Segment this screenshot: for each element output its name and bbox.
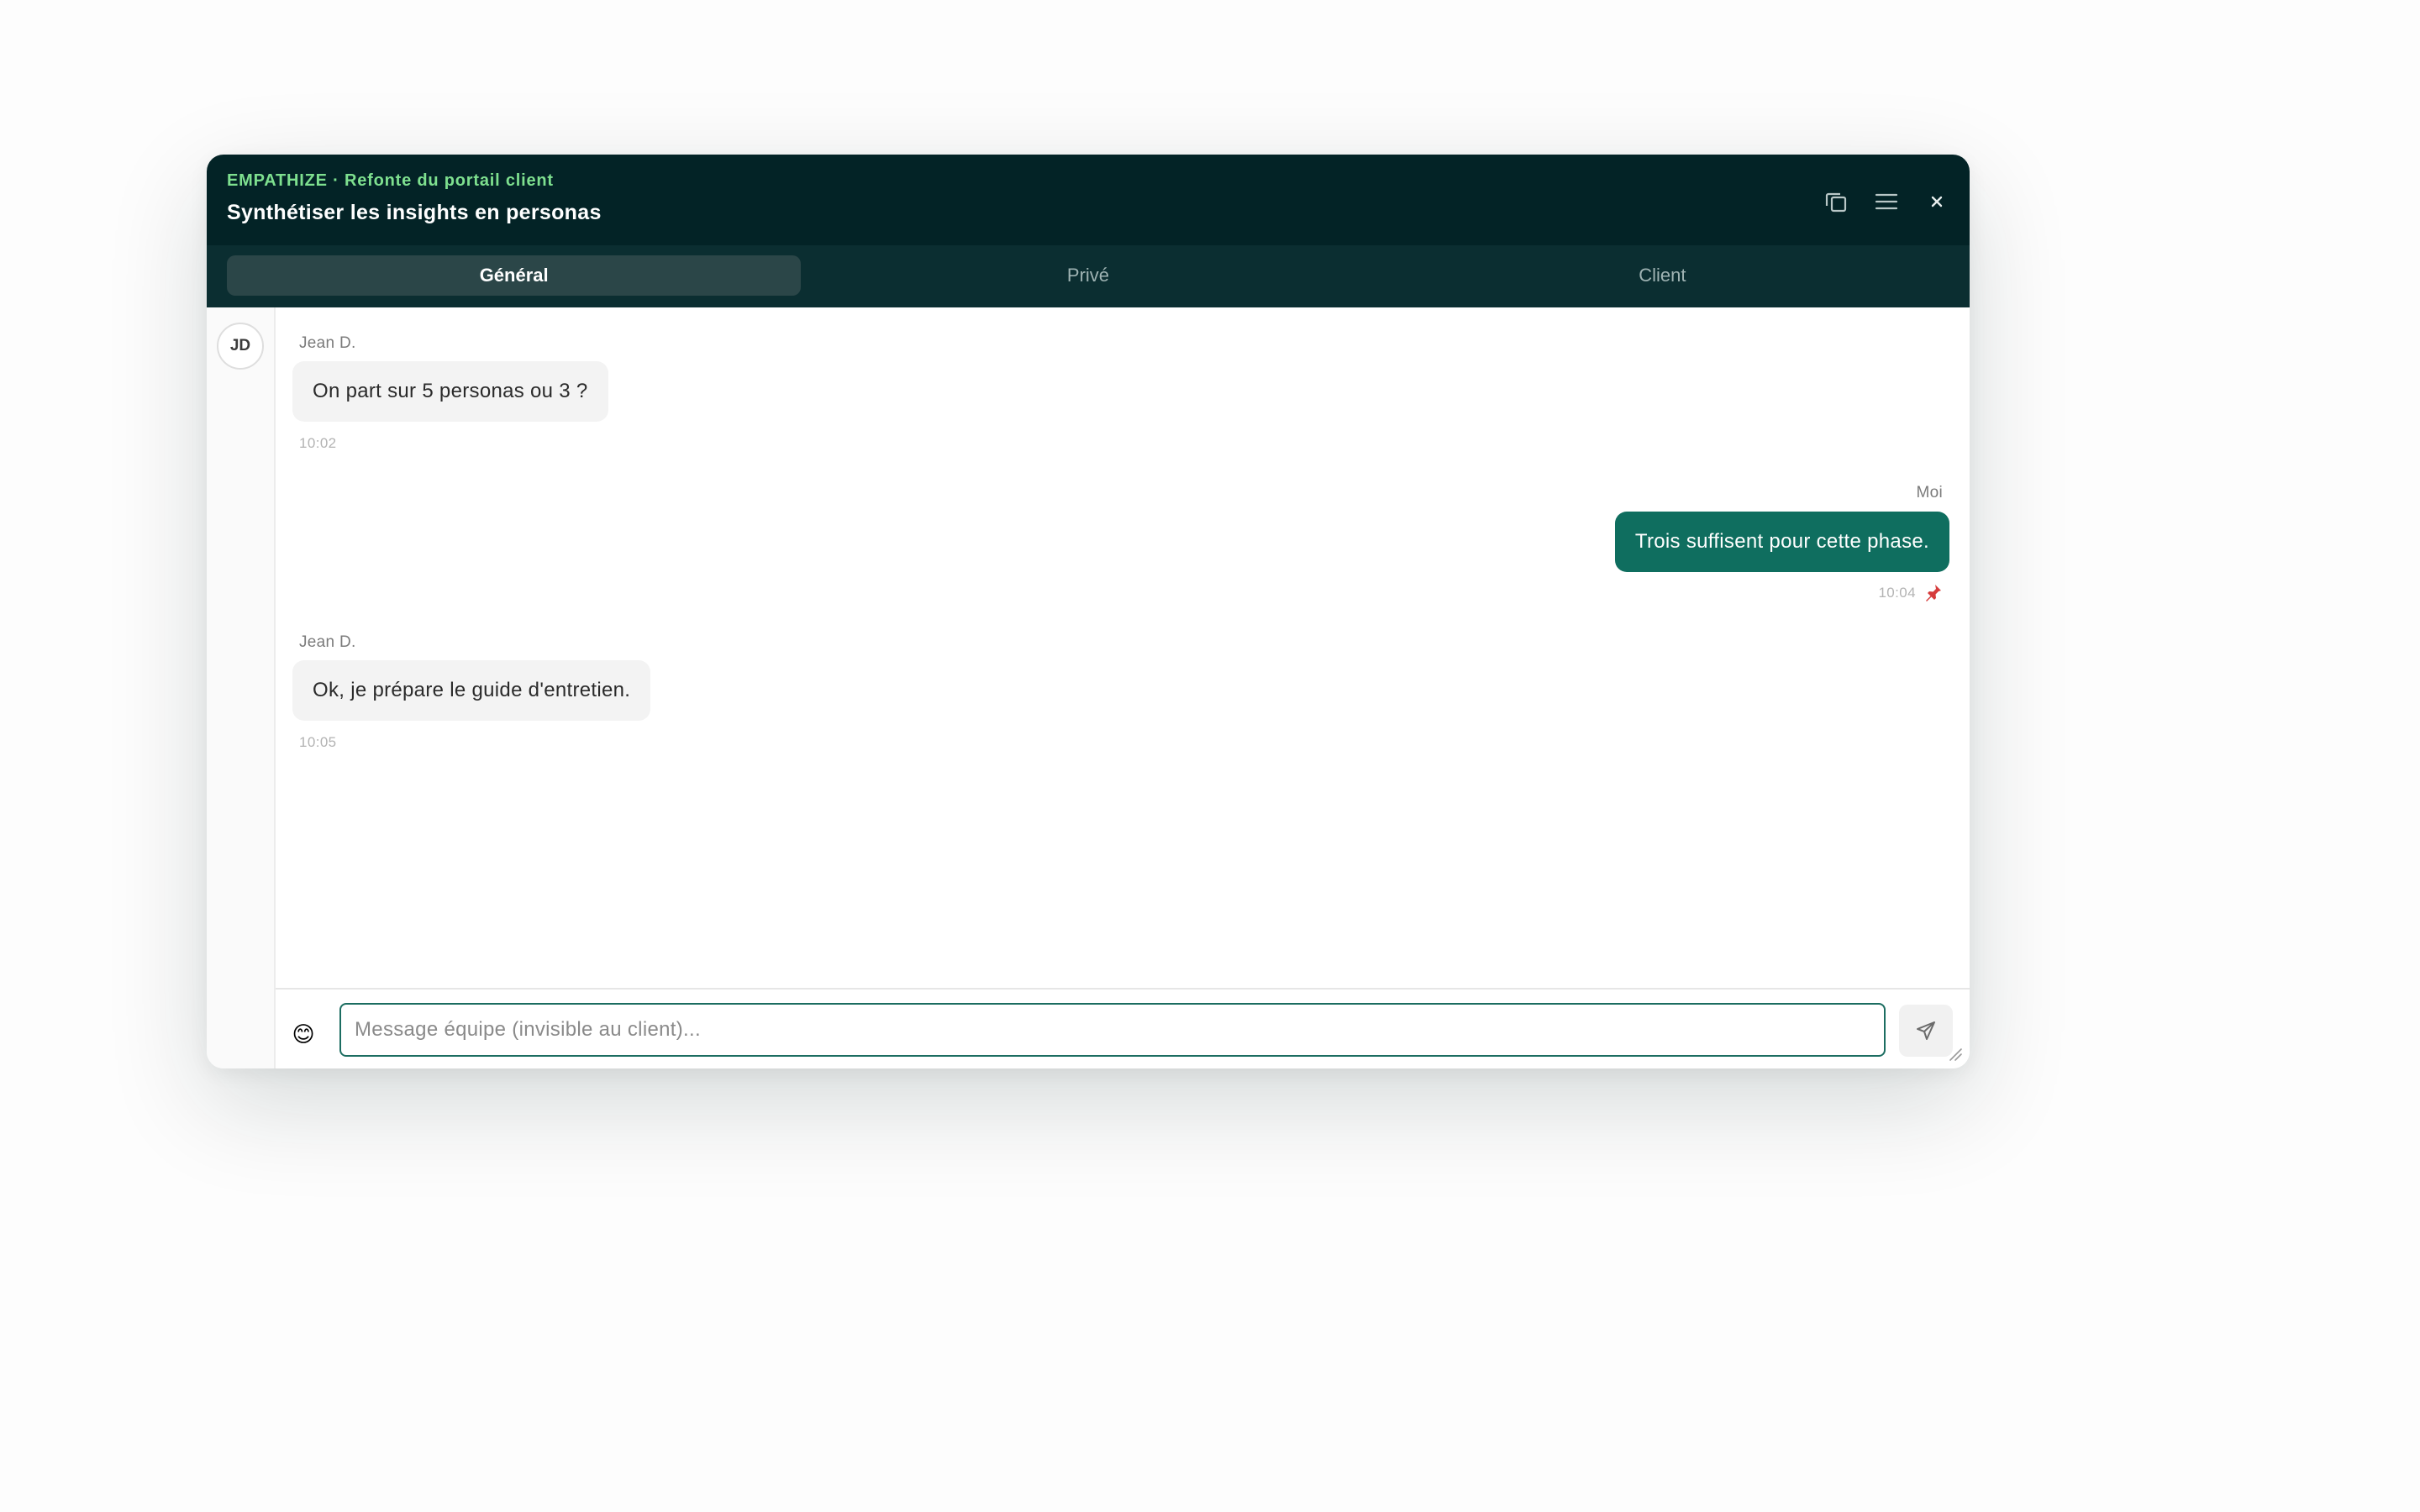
send-icon	[1917, 1021, 1935, 1040]
message-time: 10:04	[1878, 585, 1916, 601]
channel-tabs: Général Privé Client	[207, 245, 1970, 307]
message-list[interactable]: Jean D. On part sur 5 personas ou 3 ? 10…	[276, 307, 1970, 988]
message-bubble-incoming: On part sur 5 personas ou 3 ?	[292, 361, 608, 422]
chat-window: EMPATHIZE · Refonte du portail client Sy…	[207, 155, 1970, 1068]
participants-rail: JD	[207, 307, 276, 1068]
copy-window-icon	[1825, 192, 1847, 213]
chat-header: EMPATHIZE · Refonte du portail client Sy…	[207, 155, 1970, 245]
message-bubble-outgoing: Trois suffisent pour cette phase.	[1614, 512, 1949, 572]
tab-prive[interactable]: Privé	[801, 255, 1375, 296]
menu-icon	[1875, 193, 1898, 210]
tab-general[interactable]: Général	[227, 255, 802, 296]
message-author: Jean D.	[299, 334, 356, 352]
message-bubble-incoming: Ok, je prépare le guide d'entretien.	[292, 660, 651, 721]
message-time: 10:05	[299, 734, 337, 750]
message-author: Jean D.	[299, 633, 356, 651]
tab-client[interactable]: Client	[1376, 255, 1949, 296]
task-title: Synthétiser les insights en personas	[227, 201, 602, 224]
message-composer: 😊	[276, 988, 1970, 1068]
emoji-button[interactable]: 😊	[291, 1021, 316, 1047]
copy-window-button[interactable]	[1822, 187, 1850, 216]
message-time: 10:02	[299, 435, 337, 451]
resize-handle-icon[interactable]	[1948, 1047, 1963, 1062]
header-actions	[1822, 185, 1951, 218]
message-input[interactable]	[339, 1003, 1886, 1057]
pin-icon[interactable]	[1924, 583, 1943, 601]
send-button[interactable]	[1899, 1005, 1953, 1057]
close-button[interactable]	[1923, 187, 1951, 216]
message-author: Moi	[1916, 484, 1943, 501]
project-label: EMPATHIZE · Refonte du portail client	[227, 171, 554, 190]
menu-button[interactable]	[1872, 187, 1901, 216]
close-icon	[1931, 196, 1943, 207]
avatar[interactable]: JD	[217, 323, 264, 370]
